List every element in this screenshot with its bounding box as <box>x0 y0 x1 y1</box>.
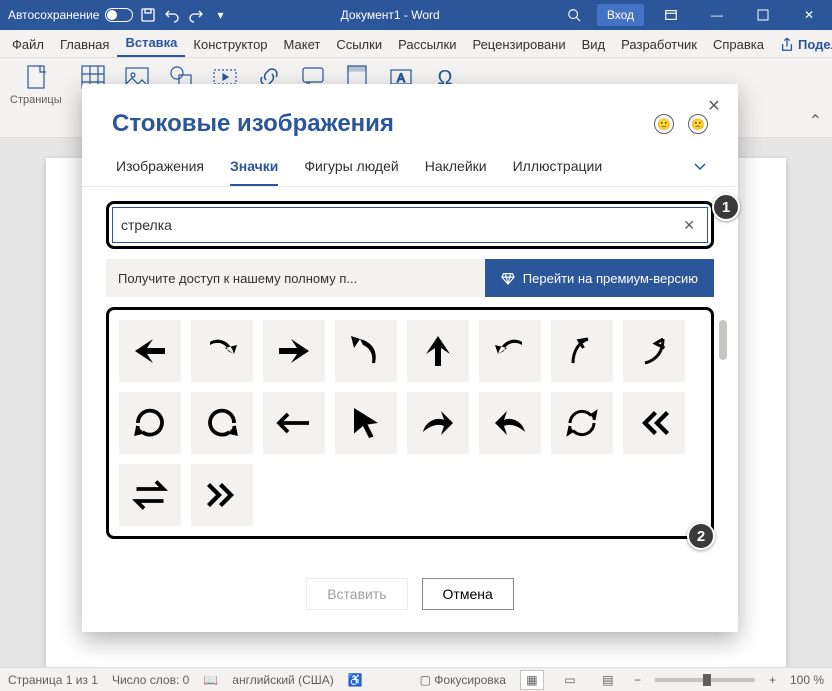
status-proofing-icon[interactable]: 📖 <box>203 673 218 687</box>
dialog-tab-stickers[interactable]: Наклейки <box>425 158 487 186</box>
svg-text:A: A <box>397 71 405 85</box>
redo-icon[interactable] <box>187 6 205 24</box>
icon-arrow-curve-up-thin[interactable] <box>551 320 613 382</box>
minimize-button[interactable]: — <box>694 0 740 30</box>
icon-rotate-cw[interactable] <box>119 392 181 454</box>
stock-images-dialog: ✕ Стоковые изображения 🙂 🙁 Изображения З… <box>82 84 738 632</box>
icon-arrow-up-solid[interactable] <box>407 320 469 382</box>
callout-2: 2 <box>687 522 715 550</box>
tab-view[interactable]: Вид <box>574 32 614 57</box>
status-focus[interactable]: ▢ Фокусировка <box>420 673 506 687</box>
view-print-layout-icon[interactable]: ▦ <box>520 670 544 690</box>
save-icon[interactable] <box>139 6 157 24</box>
status-language[interactable]: английский (США) <box>232 673 333 687</box>
icon-arrow-redo[interactable] <box>407 392 469 454</box>
undo-icon[interactable] <box>163 6 181 24</box>
icon-arrow-undo[interactable] <box>479 392 541 454</box>
dialog-tab-images[interactable]: Изображения <box>116 158 204 186</box>
qat-dropdown-icon[interactable]: ▾ <box>211 6 229 24</box>
tab-mailings[interactable]: Рассылки <box>390 32 464 57</box>
autosave-label: Автосохранение <box>8 8 99 22</box>
ribbon-options-icon[interactable] <box>648 0 694 30</box>
page-icon <box>25 64 47 90</box>
icon-chevrons-left[interactable] <box>623 392 685 454</box>
icon-chevrons-right[interactable] <box>191 464 253 526</box>
tab-help[interactable]: Справка <box>705 32 772 57</box>
zoom-slider[interactable] <box>655 678 755 682</box>
search-icon[interactable] <box>551 0 597 30</box>
tab-design[interactable]: Конструктор <box>185 32 275 57</box>
share-icon <box>780 38 794 52</box>
feedback-smile-icon[interactable]: 🙂 <box>654 114 674 134</box>
document-title: Документ1 - Word <box>229 8 550 22</box>
autosave-toggle[interactable] <box>105 8 133 22</box>
status-bar: Страница 1 из 1 Число слов: 0 📖 английск… <box>0 667 832 691</box>
icon-cursor-solid[interactable] <box>335 392 397 454</box>
dialog-tab-people[interactable]: Фигуры людей <box>304 158 398 186</box>
ribbon-tabs: Файл Главная Вставка Конструктор Макет С… <box>0 30 832 58</box>
premium-banner: Получите доступ к нашему полному п... Пе… <box>106 259 714 297</box>
dialog-close-button[interactable]: ✕ <box>702 94 726 118</box>
dialog-tab-illustrations[interactable]: Иллюстрации <box>513 158 603 186</box>
status-page[interactable]: Страница 1 из 1 <box>8 673 98 687</box>
title-bar: Автосохранение ▾ Документ1 - Word Вход —… <box>0 0 832 30</box>
icon-grid <box>119 320 701 526</box>
icon-rotate-ccw[interactable] <box>191 392 253 454</box>
icon-arrows-swap-horizontal[interactable] <box>119 464 181 526</box>
icon-arrow-left-thin[interactable] <box>263 392 325 454</box>
tab-file[interactable]: Файл <box>4 32 52 57</box>
tab-insert[interactable]: Вставка <box>117 30 185 57</box>
dialog-title: Стоковые изображения <box>112 110 654 138</box>
tab-developer[interactable]: Разработчик <box>613 32 705 57</box>
icon-arrow-curve-down[interactable] <box>191 320 253 382</box>
icon-arrow-right-solid[interactable] <box>263 320 325 382</box>
tab-review[interactable]: Рецензировани <box>464 32 573 57</box>
cancel-button[interactable]: Отмена <box>422 578 514 610</box>
callout-1: 1 <box>712 193 740 221</box>
share-button[interactable]: Поделиться <box>772 32 832 57</box>
status-accessibility-icon[interactable]: ♿ <box>348 673 363 687</box>
insert-button: Вставить <box>306 578 407 610</box>
tab-layout[interactable]: Макет <box>276 32 329 57</box>
expand-dialog-icon[interactable] <box>692 158 708 177</box>
maximize-button[interactable] <box>740 0 786 30</box>
status-words[interactable]: Число слов: 0 <box>112 673 189 687</box>
tab-home[interactable]: Главная <box>52 32 117 57</box>
premium-message: Получите доступ к нашему полному п... <box>106 271 485 286</box>
dialog-tab-icons[interactable]: Значки <box>230 158 278 186</box>
login-button[interactable]: Вход <box>597 4 644 26</box>
zoom-in-button[interactable]: + <box>769 673 776 687</box>
tab-references[interactable]: Ссылки <box>328 32 390 57</box>
premium-button[interactable]: Перейти на премиум-версию <box>485 259 714 297</box>
icon-arrow-curve-up-left[interactable] <box>335 320 397 382</box>
view-web-layout-icon[interactable]: ▤ <box>596 670 620 690</box>
zoom-out-button[interactable]: − <box>634 673 641 687</box>
icon-arrow-left-solid[interactable] <box>119 320 181 382</box>
ribbon-group-pages[interactable]: Страницы <box>10 64 62 106</box>
view-read-mode-icon[interactable]: ▭ <box>558 670 582 690</box>
diamond-icon <box>501 271 515 285</box>
icon-results-highlight: 2 <box>106 307 714 539</box>
results-scrollbar[interactable] <box>717 320 729 520</box>
search-highlight: ✕ <box>106 201 714 249</box>
close-button[interactable]: ✕ <box>786 0 832 30</box>
clear-search-icon[interactable]: ✕ <box>679 217 699 234</box>
collapse-ribbon-icon[interactable]: ⌃ <box>809 111 822 131</box>
search-input[interactable] <box>121 217 679 233</box>
icon-arrow-curve-up-right[interactable] <box>623 320 685 382</box>
icon-refresh-circle[interactable] <box>551 392 613 454</box>
icon-arrow-curve-down-left[interactable] <box>479 320 541 382</box>
zoom-level[interactable]: 100 % <box>790 673 824 687</box>
dialog-tabs: Изображения Значки Фигуры людей Наклейки… <box>82 148 738 187</box>
